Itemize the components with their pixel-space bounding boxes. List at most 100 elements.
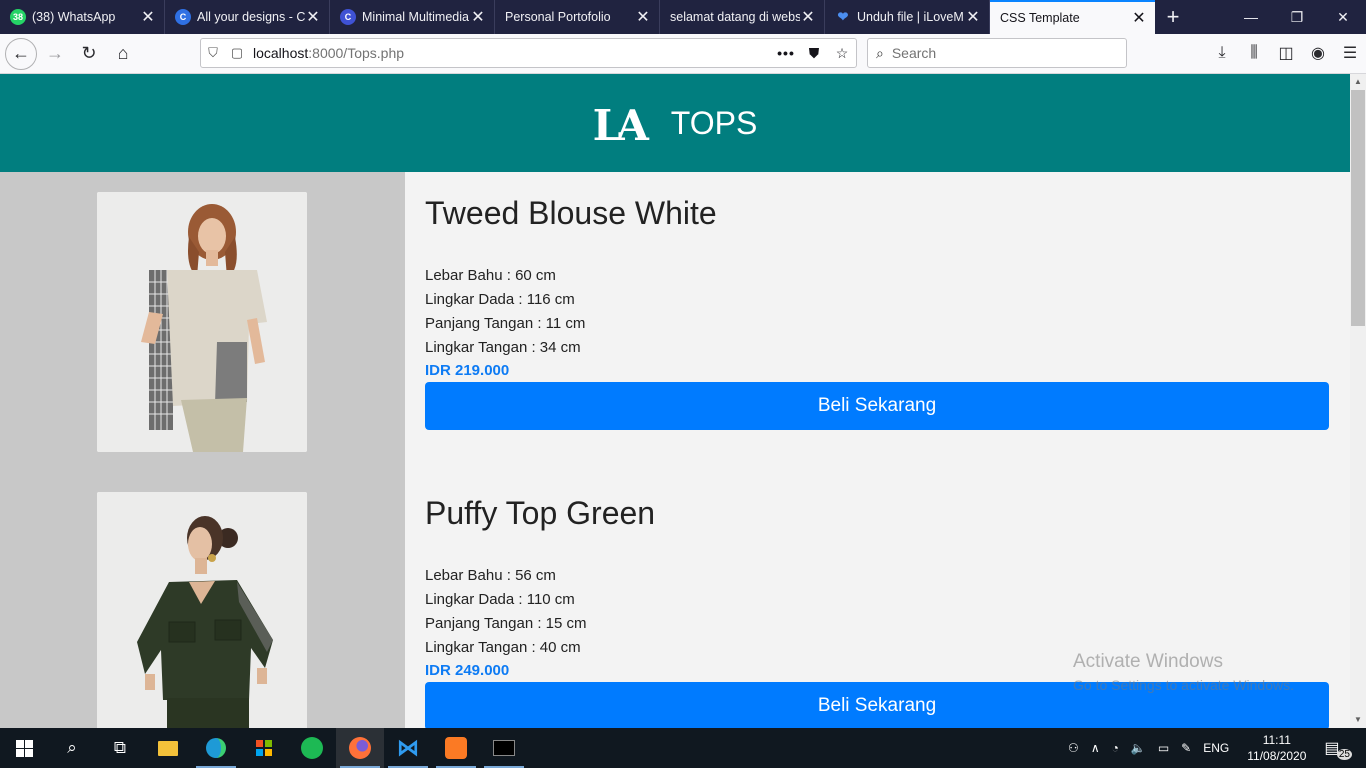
pocket-icon[interactable]: ⛊: [800, 45, 828, 62]
buy-now-button[interactable]: Beli Sekarang: [425, 382, 1329, 430]
account-icon[interactable]: ◉: [1302, 38, 1334, 68]
spec-lebar-bahu: Lebar Bahu : 56 cm: [425, 567, 556, 584]
product-price: IDR 219.000: [425, 362, 510, 379]
watermark-title: Activate Windows: [1073, 651, 1223, 672]
task-view-icon[interactable]: ⧉: [96, 728, 144, 768]
clock[interactable]: 11:11 11/08/2020: [1235, 732, 1318, 764]
whatsapp-icon: 38: [10, 9, 26, 25]
tab-whatsapp[interactable]: 38 (38) WhatsApp ✕: [0, 0, 165, 34]
back-icon[interactable]: ←: [5, 37, 37, 70]
close-icon[interactable]: ✕: [305, 7, 321, 27]
new-tab-icon[interactable]: +: [1155, 0, 1191, 34]
windows-start-icon[interactable]: [0, 728, 48, 768]
toolbar-icons: ⤓ ⫼ ◫ ◉ ☰: [1206, 38, 1366, 68]
spotify-icon[interactable]: [288, 728, 336, 768]
spec-lingkar-dada: Lingkar Dada : 116 cm: [425, 291, 575, 308]
close-icon[interactable]: ✕: [470, 7, 486, 27]
spec-lingkar-dada: Lingkar Dada : 110 cm: [425, 591, 575, 608]
reload-icon[interactable]: ↻: [73, 38, 105, 70]
browser-tab-strip: 38 (38) WhatsApp ✕ C All your designs - …: [0, 0, 1366, 34]
product-card: Tweed Blouse White Lebar Bahu : 60 cm Li…: [425, 172, 1329, 472]
close-icon[interactable]: ✕: [800, 7, 816, 27]
notification-count: 25: [1336, 749, 1352, 760]
terminal-icon[interactable]: [480, 728, 528, 768]
close-icon[interactable]: ✕: [635, 7, 651, 27]
tab-title: Unduh file | iLoveM: [857, 10, 964, 24]
tab-css-template[interactable]: CSS Template ✕: [990, 0, 1155, 34]
url-text: localhost:8000/Tops.php: [253, 45, 404, 61]
menu-icon[interactable]: ☰: [1334, 38, 1366, 68]
navigation-bar: ← → ↻ ⌂ ⛉ ▢ localhost:8000/Tops.php ••• …: [0, 34, 1366, 74]
system-tray: ⚇ ∧ ◔ 🔈 ▭ ✎ ENG 11:11 11/08/2020 ▤ 25: [1062, 728, 1366, 768]
heart-icon: ❤: [837, 9, 849, 24]
tab-selamat-datang[interactable]: selamat datang di website ✕: [660, 0, 825, 34]
canva-icon: C: [175, 9, 191, 25]
web-page: LA TOPS Tweed Blouse White Lebar Bahu: …: [0, 74, 1350, 728]
page-title: TOPS: [670, 104, 758, 141]
windows-taskbar: ⌕ ⧉ ⋈ ⚇ ∧ ◔ 🔈 ▭ ✎ ENG 11:11 11/08/2020 ▤…: [0, 728, 1366, 768]
scroll-up-icon[interactable]: ▲: [1350, 74, 1366, 90]
bookmark-star-icon[interactable]: ☆: [828, 45, 856, 62]
xampp-icon[interactable]: [432, 728, 480, 768]
product-name: Tweed Blouse White: [425, 195, 717, 231]
page-icon: ▢: [230, 45, 244, 60]
tab-personal-portofolio[interactable]: Personal Portofolio ✕: [495, 0, 660, 34]
people-icon[interactable]: ⚇: [1062, 741, 1085, 755]
spec-panjang-tangan: Panjang Tangan : 11 cm: [425, 315, 586, 332]
firefox-icon[interactable]: [336, 728, 384, 768]
file-explorer-icon[interactable]: [144, 728, 192, 768]
vscode-icon[interactable]: ⋈: [384, 728, 432, 768]
tab-title: Minimal Multimedia: [362, 10, 469, 24]
notification-icon[interactable]: ▤ 25: [1318, 738, 1366, 760]
search-icon[interactable]: ⌕: [48, 728, 96, 768]
restore-icon[interactable]: ❐: [1274, 0, 1320, 34]
store-icon[interactable]: [240, 728, 288, 768]
watermark-subtitle: Go to Settings to activate Windows.: [1073, 677, 1294, 693]
battery-icon[interactable]: ▭: [1152, 741, 1175, 755]
canva-icon: C: [340, 9, 356, 25]
search-icon: ⌕: [876, 44, 884, 61]
product-image-column: [0, 172, 405, 728]
shield-icon[interactable]: ⛉: [201, 45, 225, 61]
edge-icon[interactable]: [192, 728, 240, 768]
url-bar[interactable]: ⛉ ▢ localhost:8000/Tops.php ••• ⛊ ☆: [200, 38, 857, 68]
clock-date: 11/08/2020: [1247, 749, 1307, 763]
close-icon[interactable]: ✕: [965, 7, 981, 27]
language-indicator[interactable]: ENG: [1197, 741, 1235, 755]
url-path: :8000/Tops.php: [308, 45, 405, 61]
volume-icon[interactable]: 🔈: [1125, 741, 1152, 755]
spec-panjang-tangan: Panjang Tangan : 15 cm: [425, 615, 587, 632]
wifi-icon[interactable]: ◔: [1106, 741, 1125, 755]
scroll-down-icon[interactable]: ▼: [1350, 712, 1366, 728]
la-logo: LA: [592, 100, 649, 150]
tab-title: All your designs - C: [197, 10, 305, 24]
library-icon[interactable]: ⫼: [1238, 38, 1270, 68]
minimize-icon[interactable]: —: [1228, 0, 1274, 34]
tray-expand-icon[interactable]: ∧: [1085, 741, 1106, 755]
clock-time: 11:11: [1262, 733, 1291, 747]
home-icon[interactable]: ⌂: [107, 38, 139, 70]
page-actions-icon[interactable]: •••: [772, 45, 800, 61]
scrollbar-thumb[interactable]: [1351, 90, 1365, 326]
content-area: Tweed Blouse White Lebar Bahu : 60 cm Li…: [0, 172, 1350, 728]
forward-icon[interactable]: →: [39, 38, 71, 70]
page-scrollbar[interactable]: ▲ ▼: [1350, 74, 1366, 728]
tab-minimal-multimedia[interactable]: C Minimal Multimedia ✕: [330, 0, 495, 34]
tab-title: (38) WhatsApp: [32, 10, 116, 24]
search-placeholder: Search: [891, 45, 937, 61]
spec-lebar-bahu: Lebar Bahu : 60 cm: [425, 267, 556, 284]
product-name: Puffy Top Green: [425, 495, 656, 531]
close-icon[interactable]: ✕: [1131, 8, 1147, 28]
product-list: Tweed Blouse White Lebar Bahu : 60 cm Li…: [405, 172, 1350, 728]
tab-title: selamat datang di website: [670, 10, 800, 24]
download-icon[interactable]: ⤓: [1206, 38, 1238, 68]
sidebar-icon[interactable]: ◫: [1270, 38, 1302, 68]
tab-title: CSS Template: [1000, 11, 1080, 25]
tab-ilovepdf[interactable]: ❤ Unduh file | iLoveM ✕: [825, 0, 990, 34]
product-image-tweed-blouse: [97, 192, 307, 452]
tab-canva-designs[interactable]: C All your designs - C ✕: [165, 0, 330, 34]
close-icon[interactable]: ✕: [140, 7, 156, 27]
search-bar[interactable]: ⌕ Search: [867, 38, 1127, 68]
close-window-icon[interactable]: ✕: [1320, 0, 1366, 34]
pen-icon[interactable]: ✎: [1175, 741, 1197, 755]
